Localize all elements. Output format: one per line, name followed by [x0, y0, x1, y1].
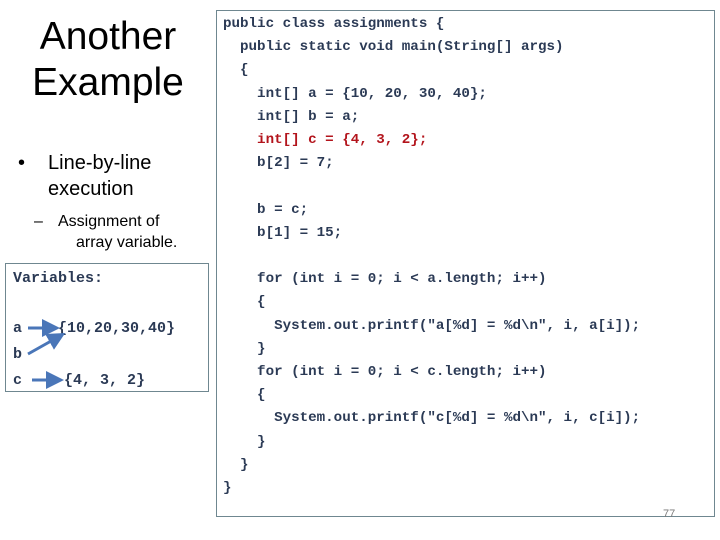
code-line: } [223, 480, 232, 496]
slide-title-line: Example [32, 61, 184, 104]
variables-panel: Variables: a {10,20,30,40} b c {4, 3, 2} [5, 263, 209, 392]
page-number: 77 [663, 508, 676, 520]
code-line: { [223, 294, 266, 311]
dash-icon: – [34, 213, 43, 230]
code-line: } [223, 456, 249, 473]
code-line: System.out.printf("c[%d] = %d\n", i, c[i… [223, 410, 641, 427]
sub-bullet-line: Assignment of [58, 213, 160, 230]
code-line: int[] a = {10, 20, 30, 40}; [223, 85, 487, 102]
code-line: { [223, 62, 249, 79]
code-line: int[] b = a; [223, 108, 360, 125]
arrow-right-icon [27, 333, 66, 356]
code-line: System.out.printf("a[%d] = %d\n", i, a[i… [223, 317, 641, 334]
reference-arrows [27, 319, 66, 389]
code-line: b[2] = 7; [223, 155, 334, 172]
code-line: } [223, 433, 266, 450]
code-line: public class assignments { [223, 16, 445, 32]
sub-bullet-text: Assignment of array variable. [58, 211, 208, 253]
code-line: } [223, 340, 266, 357]
slide-title: Another Example [8, 14, 208, 106]
code-line: { [223, 387, 266, 404]
code-line: public static void main(String[] args) [223, 39, 564, 56]
code-line: for (int i = 0; i < a.length; i++) [223, 271, 547, 288]
code-line: b[1] = 15; [223, 224, 343, 241]
bullet-text: Line-by-line execution [48, 152, 152, 200]
code-line: for (int i = 0; i < c.length; i++) [223, 364, 547, 380]
code-line-highlighted: int[] c = {4, 3, 2}; [223, 132, 428, 148]
sub-bullet-line: array variable. [76, 234, 178, 251]
bullet-icon: • [18, 152, 26, 174]
code-line: b = c; [223, 201, 309, 218]
code-panel: public class assignments { public static… [216, 10, 715, 517]
slide-title-line: Another [39, 15, 177, 58]
